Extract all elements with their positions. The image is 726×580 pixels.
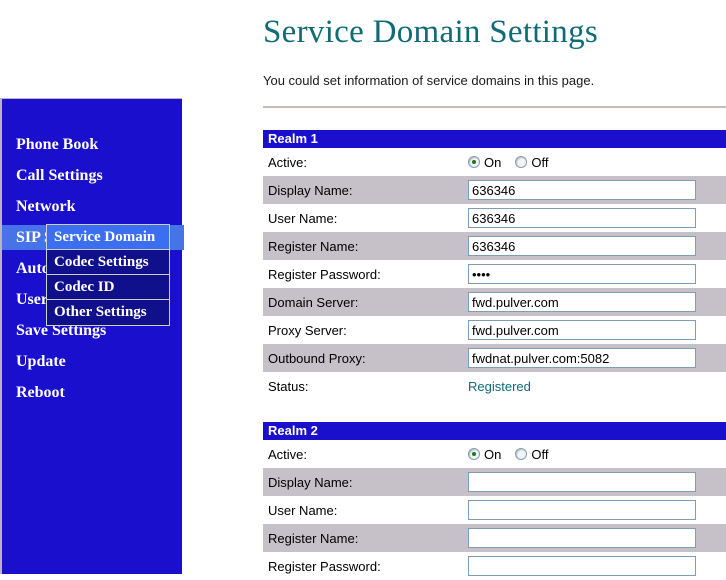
register-name-field: [468, 236, 726, 256]
register-password-input[interactable]: [468, 556, 696, 576]
register-password-field: [468, 556, 726, 576]
status-field: Registered: [468, 379, 726, 394]
form-row-proxy-server: Proxy Server:: [263, 316, 726, 344]
register-name-label: Register Name:: [268, 238, 359, 254]
form-row-user-name: User Name:: [263, 496, 726, 524]
realm-header-2: Realm 2: [263, 422, 726, 440]
realm-block-1: Realm 1 Active: On Off Display Name: User Nam…: [263, 130, 726, 400]
form-row-display-name: Display Name:: [263, 176, 726, 204]
sidebar-item-update[interactable]: Update: [2, 349, 184, 374]
register-name-field: [468, 528, 726, 548]
radio-on-icon[interactable]: [468, 156, 480, 168]
status-value: Registered: [468, 378, 531, 394]
sip-settings-submenu: Service Domain Codec Settings Codec ID Othe…: [46, 224, 170, 326]
register-name-input[interactable]: [468, 528, 696, 548]
register-name-input[interactable]: [468, 236, 696, 256]
realms-container: Realm 1 Active: On Off Display Name: User Nam…: [263, 130, 726, 580]
radio-off-realm-1[interactable]: Off: [515, 155, 548, 170]
form-row-active: Active: On Off: [263, 148, 726, 176]
proxy-server-input[interactable]: [468, 320, 696, 340]
main-content: Service Domain Settings You could set in…: [263, 0, 726, 576]
page-subtitle: You could set information of service dom…: [263, 73, 595, 88]
register-password-label: Register Password:: [268, 266, 381, 282]
domain-server-input[interactable]: [468, 292, 696, 312]
sidebar-item-label: Update: [16, 353, 66, 370]
proxy-server-label: Proxy Server:: [268, 322, 347, 338]
user-name-field: [468, 208, 726, 228]
sidebar-item-phone-book[interactable]: Phone Book: [2, 132, 184, 157]
form-row-register-name: Register Name:: [263, 524, 726, 552]
submenu-item-service-domain[interactable]: Service Domain: [47, 225, 169, 250]
radio-on-label: On: [484, 154, 502, 170]
form-row-status: Status: Registered: [263, 372, 726, 400]
radio-on-icon[interactable]: [468, 448, 480, 460]
radio-off-realm-2[interactable]: Off: [515, 447, 548, 462]
user-name-field: [468, 500, 726, 520]
sidebar-item-reboot[interactable]: Reboot: [2, 380, 184, 405]
status-label: Status:: [268, 378, 309, 394]
form-row-register-password: Register Password:: [263, 260, 726, 288]
user-name-input[interactable]: [468, 500, 696, 520]
display-name-field: [468, 472, 726, 492]
proxy-server-field: [468, 320, 726, 340]
display-name-input[interactable]: [468, 180, 696, 200]
form-row-active: Active: On Off: [263, 440, 726, 468]
display-name-field: [468, 180, 726, 200]
radio-off-icon[interactable]: [515, 448, 528, 460]
form-row-register-name: Register Name:: [263, 232, 726, 260]
page-title: Service Domain Settings: [263, 14, 599, 50]
register-password-label: Register Password:: [268, 558, 381, 574]
submenu-item-label: Codec Settings: [54, 254, 149, 270]
submenu-item-other-settings[interactable]: Other Settings: [47, 300, 169, 325]
active-radio-group: On Off: [468, 155, 562, 170]
sidebar-item-call-settings[interactable]: Call Settings: [2, 163, 184, 188]
radio-off-icon[interactable]: [515, 156, 528, 168]
form-row-user-name: User Name:: [263, 204, 726, 232]
sidebar-item-label: Phone Book: [16, 136, 99, 153]
submenu-item-label: Service Domain: [54, 229, 156, 245]
user-name-label: User Name:: [268, 210, 338, 226]
outbound-proxy-input[interactable]: [468, 348, 696, 368]
domain-server-field: [468, 292, 726, 312]
radio-off-label: Off: [531, 446, 549, 462]
outbound-proxy-field: [468, 348, 726, 368]
sidebar-item-label: Network: [16, 198, 76, 215]
sidebar-item-network[interactable]: Network: [2, 194, 184, 219]
form-row-domain-server: Domain Server:: [263, 288, 726, 316]
form-row-outbound-proxy: Outbound Proxy:: [263, 344, 726, 372]
radio-on-realm-1[interactable]: On: [468, 155, 501, 170]
outbound-proxy-label: Outbound Proxy:: [268, 350, 366, 366]
active-field: On Off: [468, 447, 726, 462]
user-name-label: User Name:: [268, 502, 338, 518]
sidebar-nav: Phone BookCall SettingsNetworkSIP Settin…: [0, 98, 184, 574]
domain-server-label: Domain Server:: [268, 294, 359, 310]
submenu-item-codec-settings[interactable]: Codec Settings: [47, 250, 169, 275]
form-row-register-password: Register Password:: [263, 552, 726, 580]
submenu-item-codec-id[interactable]: Codec ID: [47, 275, 169, 300]
radio-off-label: Off: [531, 154, 549, 170]
display-name-label: Display Name:: [268, 182, 353, 198]
active-field: On Off: [468, 155, 726, 170]
user-name-input[interactable]: [468, 208, 696, 228]
title-divider: [263, 106, 726, 108]
register-password-field: [468, 264, 726, 284]
form-row-display-name: Display Name:: [263, 468, 726, 496]
submenu-item-label: Codec ID: [54, 279, 115, 295]
active-label: Active:: [268, 446, 308, 462]
realm-block-2: Realm 2 Active: On Off Display Name: User Nam…: [263, 422, 726, 580]
radio-on-label: On: [484, 446, 502, 462]
submenu-item-label: Other Settings: [54, 304, 147, 320]
active-radio-group: On Off: [468, 447, 562, 462]
realm-header-1: Realm 1: [263, 130, 726, 148]
sidebar-item-label: Reboot: [16, 384, 65, 401]
display-name-label: Display Name:: [268, 474, 353, 490]
sidebar-item-label: Call Settings: [16, 167, 103, 184]
register-password-input[interactable]: [468, 264, 696, 284]
radio-on-realm-2[interactable]: On: [468, 447, 501, 462]
register-name-label: Register Name:: [268, 530, 359, 546]
active-label: Active:: [268, 154, 308, 170]
display-name-input[interactable]: [468, 472, 696, 492]
